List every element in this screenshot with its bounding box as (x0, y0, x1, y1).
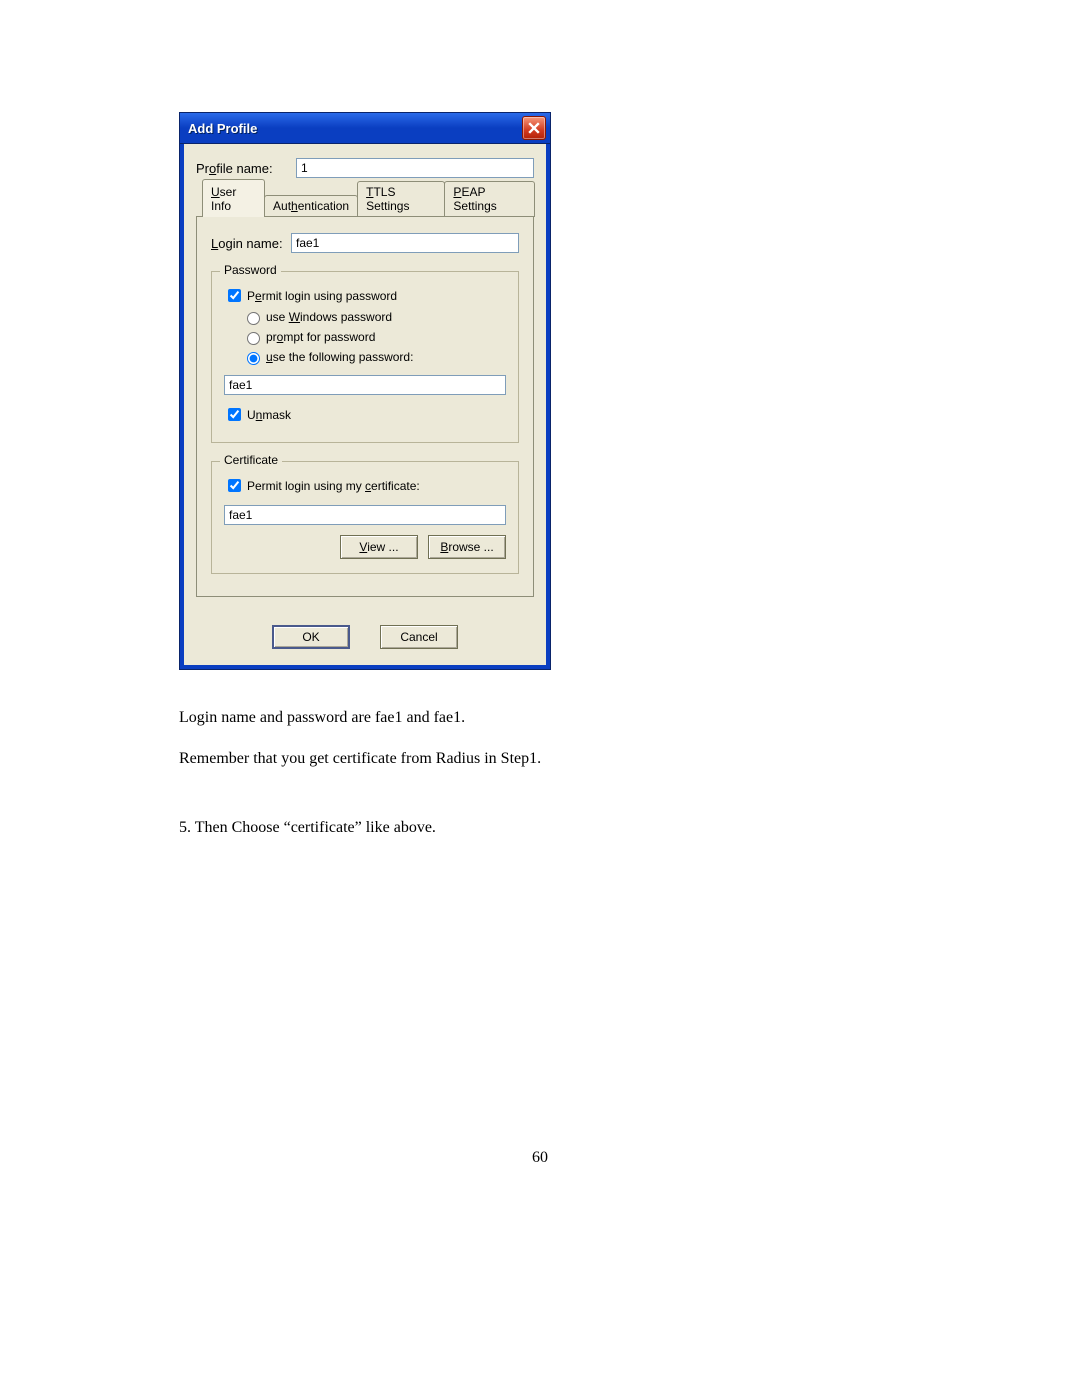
close-icon (528, 122, 540, 134)
tab-bar: User Info Authentication TTLS Settings P… (196, 192, 534, 216)
permit-password-checkbox[interactable] (228, 289, 241, 302)
radio-following-password-label: use the following password: (266, 350, 413, 364)
tab-authentication[interactable]: Authentication (264, 195, 358, 217)
radio-windows-password[interactable] (247, 312, 260, 325)
permit-password-label: Permit login using password (247, 289, 397, 303)
password-group: Password Permit login using password use… (211, 271, 519, 443)
document-text: Login name and password are fae1 and fae… (179, 706, 879, 858)
doc-line-3: 5. Then Choose “certificate” like above. (179, 816, 879, 839)
certificate-group-title: Certificate (220, 453, 282, 467)
unmask-label: Unmask (247, 408, 291, 422)
unmask-row[interactable]: Unmask (224, 405, 506, 424)
profile-name-label: Profile name: (196, 161, 296, 176)
cancel-button[interactable]: Cancel (380, 625, 458, 649)
login-name-label: Login name: (211, 236, 291, 251)
tab-ttls-settings[interactable]: TTLS Settings (357, 181, 445, 217)
view-button[interactable]: View ... (340, 535, 418, 559)
title-bar[interactable]: Add Profile (180, 113, 550, 144)
login-name-input[interactable] (291, 233, 519, 253)
certificate-input[interactable] (224, 505, 506, 525)
radio-prompt-password-label: prompt for password (266, 330, 375, 344)
radio-windows-password-label: use Windows password (266, 310, 392, 324)
dialog-footer: OK Cancel (196, 625, 534, 649)
doc-line-1: Login name and password are fae1 and fae… (179, 706, 879, 729)
ok-button[interactable]: OK (272, 625, 350, 649)
tab-user-info[interactable]: User Info (202, 179, 265, 217)
radio-prompt-password[interactable] (247, 332, 260, 345)
permit-certificate-label: Permit login using my certificate: (247, 479, 420, 493)
radio-prompt-password-row[interactable]: prompt for password (242, 329, 506, 345)
permit-certificate-checkbox[interactable] (228, 479, 241, 492)
profile-name-row: Profile name: (196, 158, 534, 178)
permit-password-row[interactable]: Permit login using password (224, 286, 506, 305)
profile-name-input[interactable] (296, 158, 534, 178)
unmask-checkbox[interactable] (228, 408, 241, 421)
password-radio-group: use Windows password prompt for password… (242, 309, 506, 365)
permit-certificate-row[interactable]: Permit login using my certificate: (224, 476, 506, 495)
login-name-row: Login name: (211, 233, 519, 253)
add-profile-dialog: Add Profile Profile name: User Info Auth… (179, 112, 551, 670)
radio-following-password[interactable] (247, 352, 260, 365)
certificate-group: Certificate Permit login using my certif… (211, 461, 519, 574)
dialog-body: Profile name: User Info Authentication T… (180, 144, 550, 669)
doc-line-2: Remember that you get certificate from R… (179, 747, 879, 770)
radio-following-password-row[interactable]: use the following password: (242, 349, 506, 365)
tab-peap-settings[interactable]: PEAP Settings (444, 181, 535, 217)
radio-windows-password-row[interactable]: use Windows password (242, 309, 506, 325)
password-input[interactable] (224, 375, 506, 395)
page-number: 60 (0, 1149, 1080, 1167)
certificate-buttons: View ... Browse ... (224, 535, 506, 559)
password-group-title: Password (220, 263, 281, 277)
browse-button[interactable]: Browse ... (428, 535, 506, 559)
close-button[interactable] (522, 116, 546, 140)
dialog-title: Add Profile (188, 121, 257, 136)
tab-panel-user-info: Login name: Password Permit login using … (196, 216, 534, 597)
